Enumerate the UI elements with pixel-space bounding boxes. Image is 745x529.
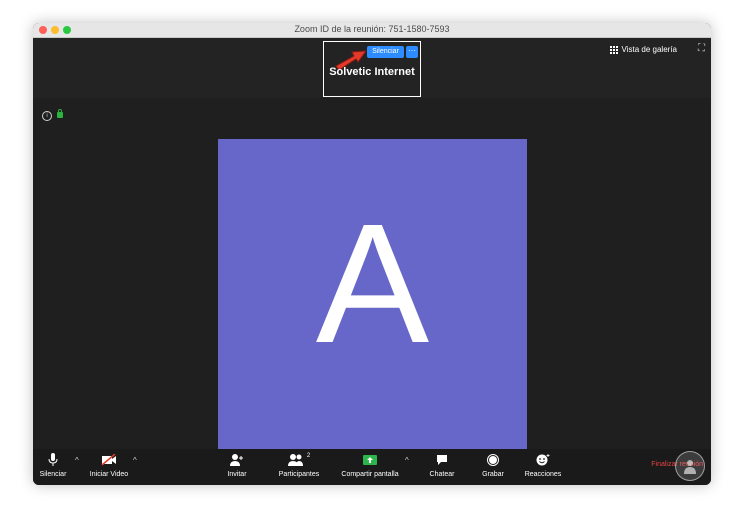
zoom-window: Zoom ID de la reunión: 751-1580-7593 Sil… — [33, 23, 711, 485]
watermark-logo — [675, 451, 705, 481]
participants-label: Participantes — [278, 471, 320, 478]
record-label: Grabar — [482, 471, 504, 478]
info-icon[interactable]: i — [42, 111, 52, 121]
share-screen-button[interactable]: Compartir pantalla — [339, 452, 401, 478]
person-silhouette-icon — [684, 460, 696, 474]
reactions-button[interactable]: Reacciones — [522, 452, 564, 478]
share-screen-label: Compartir pantalla — [341, 471, 399, 478]
participants-button[interactable]: 2 Participantes — [275, 452, 323, 478]
reactions-label: Reacciones — [524, 471, 562, 478]
video-options-chevron-icon[interactable]: ^ — [133, 456, 137, 465]
smiley-icon — [536, 454, 550, 466]
meeting-toolbar: Silenciar ^ Iniciar Video ^ Invitar 2 Pa… — [33, 449, 711, 485]
chat-label: Chatear — [429, 471, 455, 478]
share-options-chevron-icon[interactable]: ^ — [405, 456, 409, 465]
gallery-view-label: Vista de galería — [621, 45, 677, 54]
title-bar: Zoom ID de la reunión: 751-1580-7593 — [33, 23, 711, 38]
participant-avatar: A — [218, 139, 527, 449]
fullscreen-icon[interactable]: ⛶ — [698, 43, 705, 54]
record-button[interactable]: Grabar — [479, 452, 507, 478]
window-title: Zoom ID de la reunión: 751-1580-7593 — [294, 24, 450, 34]
participants-icon — [287, 454, 303, 466]
invite-button[interactable]: Invitar — [223, 452, 251, 478]
chat-bubble-icon — [437, 455, 447, 465]
lock-icon[interactable] — [57, 109, 63, 118]
mute-button[interactable]: Silenciar — [37, 452, 69, 478]
chat-button[interactable]: Chatear — [427, 452, 457, 478]
microphone-icon — [48, 453, 58, 466]
start-video-button[interactable]: Iniciar Video — [85, 452, 133, 478]
mute-label: Silenciar — [39, 471, 67, 478]
participants-count: 2 — [306, 453, 311, 459]
gallery-view-button[interactable]: Vista de galería — [609, 45, 677, 54]
speaker-more-button[interactable]: ··· — [406, 46, 418, 58]
avatar-initial: A — [315, 189, 430, 379]
active-speaker-tile[interactable]: Silenciar ··· Solvetic Internet — [323, 41, 421, 97]
speaker-mute-button[interactable]: Silenciar — [367, 46, 404, 58]
share-screen-icon — [363, 455, 377, 465]
video-off-icon — [101, 454, 116, 466]
record-icon — [487, 454, 499, 466]
start-video-label: Iniciar Video — [89, 471, 129, 478]
grid-icon — [609, 45, 618, 54]
add-person-icon — [230, 454, 243, 466]
invite-label: Invitar — [227, 471, 247, 478]
speaker-name: Solvetic Internet — [329, 66, 415, 78]
audio-options-chevron-icon[interactable]: ^ — [75, 456, 79, 465]
